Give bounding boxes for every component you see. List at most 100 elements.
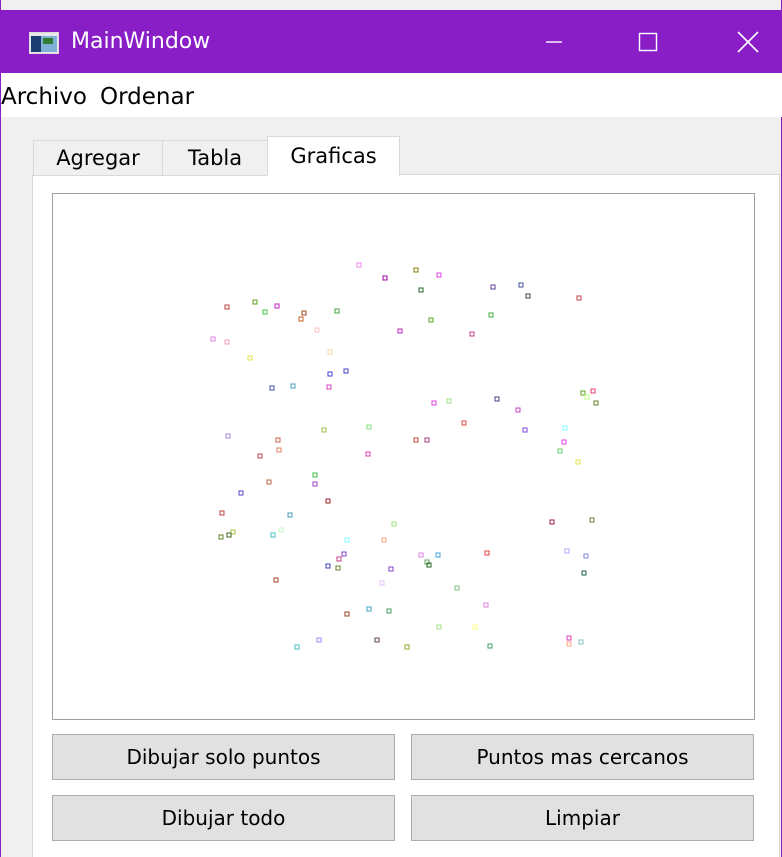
plot-point (252, 299, 258, 305)
tab-tabla[interactable]: Tabla (162, 140, 268, 176)
plot-point (461, 420, 467, 426)
plot-point (388, 566, 394, 572)
clear-button[interactable]: Limpiar (411, 795, 754, 841)
plot-point (326, 384, 332, 390)
menu-archivo[interactable]: Archivo (1, 83, 87, 111)
plot-point (391, 521, 397, 527)
title-bar[interactable]: MainWindow (1, 10, 782, 73)
plot-point (522, 427, 528, 433)
plot-point (484, 550, 490, 556)
plot-point (314, 327, 320, 333)
plot-point (341, 551, 347, 557)
plot-point (224, 339, 230, 345)
plot-point (312, 472, 318, 478)
plot-point (490, 284, 496, 290)
plot-point (325, 498, 331, 504)
plot-point (435, 552, 441, 558)
plot-point (230, 529, 236, 535)
plot-point (325, 563, 331, 569)
plot-point (316, 637, 322, 643)
plot-point (566, 641, 572, 647)
plot-point (262, 309, 268, 315)
plot-point (483, 602, 489, 608)
plot-point (424, 437, 430, 443)
plot-point (327, 349, 333, 355)
plot-point (488, 312, 494, 318)
plot-point (290, 383, 296, 389)
plot-point (454, 585, 460, 591)
plot-point (431, 400, 437, 406)
plot-point (518, 282, 524, 288)
plot-point (580, 390, 586, 396)
plot-point (270, 532, 276, 538)
plot-point (287, 512, 293, 518)
nearest-points-button[interactable]: Puntos mas cercanos (411, 734, 754, 780)
plot-point (593, 400, 599, 406)
plot-point (472, 624, 478, 630)
plot-point (335, 565, 341, 571)
app-window-icon (29, 32, 59, 54)
plot-point (218, 534, 224, 540)
plot-point (584, 394, 590, 400)
plot-point (327, 371, 333, 377)
plot-point (374, 637, 380, 643)
plot-point (413, 437, 419, 443)
minimize-button[interactable] (524, 10, 584, 73)
main-window: MainWindow Archivo Ordenar Agregar Tabla… (0, 0, 782, 857)
plot-point (549, 519, 555, 525)
graphics-view[interactable] (52, 193, 755, 720)
plot-point (273, 577, 279, 583)
plot-point (428, 317, 434, 323)
draw-all-button[interactable]: Dibujar todo (52, 795, 395, 841)
plot-point (224, 304, 230, 310)
draw-points-button[interactable]: Dibujar solo puntos (52, 734, 395, 780)
points-plot (210, 262, 599, 650)
plot-point (247, 355, 253, 361)
plot-point (334, 308, 340, 314)
maximize-button[interactable] (618, 10, 678, 73)
window-title: MainWindow (71, 29, 211, 54)
menu-bar: Archivo Ordenar (1, 73, 782, 117)
plot-point (219, 510, 225, 516)
plot-point (321, 427, 327, 433)
plot-point (589, 517, 595, 523)
menu-ordenar[interactable]: Ordenar (100, 83, 194, 111)
plot-point (566, 635, 572, 641)
plot-point (294, 644, 300, 650)
plot-point (344, 537, 350, 543)
plot-point (278, 527, 284, 533)
maximize-icon (638, 32, 658, 51)
plot-point (381, 537, 387, 543)
plot-point (494, 396, 500, 402)
plot-point (515, 407, 521, 413)
plot-point (436, 272, 442, 278)
plot-point (576, 295, 582, 301)
plot-point (276, 447, 282, 453)
plot-point (298, 316, 304, 322)
plot-point (562, 425, 568, 431)
plot-point (386, 608, 392, 614)
plot-point (487, 643, 493, 649)
plot-point (418, 287, 424, 293)
plot-point (226, 532, 232, 538)
plot-point (436, 624, 442, 630)
plot-point (397, 328, 403, 334)
plot-point (564, 548, 570, 554)
plot-point (583, 553, 589, 559)
tab-agregar[interactable]: Agregar (33, 140, 163, 176)
plot-point (446, 398, 452, 404)
plot-point (413, 267, 419, 273)
minimize-icon (546, 40, 562, 43)
plot-point (343, 368, 349, 374)
plot-point (581, 570, 587, 576)
plot-point (344, 611, 350, 617)
tab-graficas[interactable]: Graficas (267, 136, 400, 176)
close-button[interactable] (718, 10, 778, 73)
plot-point (382, 275, 388, 281)
plot-point (404, 644, 410, 650)
plot-point (266, 479, 272, 485)
plot-point (561, 439, 567, 445)
plot-point (469, 331, 475, 337)
close-icon (737, 30, 759, 53)
plot-point (274, 303, 280, 309)
